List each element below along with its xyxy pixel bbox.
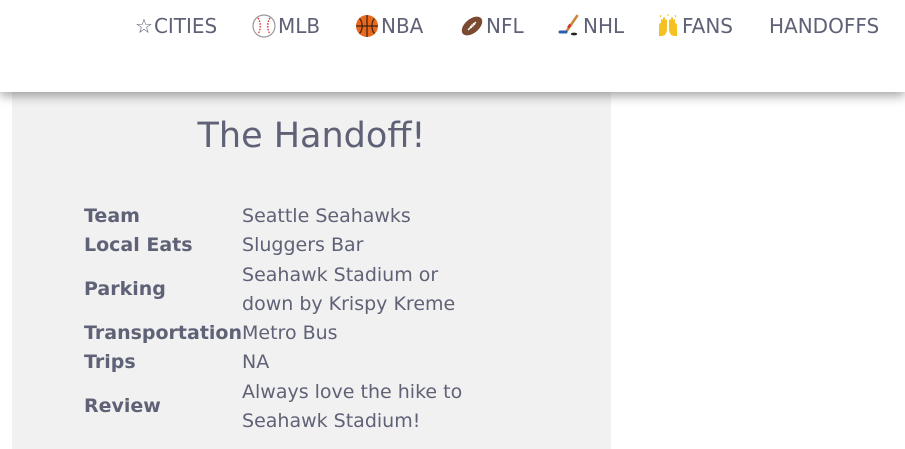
hockey-icon xyxy=(557,14,581,38)
nav-item-cities[interactable]: ☆ CITIES xyxy=(135,12,217,40)
card-title: The Handoff! xyxy=(197,116,426,156)
nav-item-label: FANS xyxy=(682,14,734,38)
table-row: Team Seattle Seahawks xyxy=(84,202,472,231)
nav-item-label: MLB xyxy=(278,14,321,38)
football-icon xyxy=(460,14,484,38)
table-row: Trips NA xyxy=(84,348,472,377)
row-value-review: Always love the hike to Seahawk Stadium! xyxy=(242,380,463,433)
nav-item-mlb[interactable]: MLB xyxy=(252,12,320,40)
row-value-local-eats: Sluggers Bar xyxy=(242,234,364,257)
nav-item-fans[interactable]: FANS xyxy=(656,12,733,40)
nav-item-nba[interactable]: NBA xyxy=(355,12,423,40)
nav-item-label: CITIES xyxy=(153,14,218,38)
row-label-parking: Parking xyxy=(84,278,166,301)
nav-item-handoffs[interactable]: HANDOFFS xyxy=(769,12,879,40)
nav-item-label: NFL xyxy=(486,14,524,38)
nav-item-nfl[interactable]: NFL xyxy=(460,12,524,40)
row-label-team: Team xyxy=(84,205,140,227)
handoff-details-table: Team Seattle Seahawks Local Eats Slugger… xyxy=(84,202,472,436)
table-row: Transportation Metro Bus xyxy=(84,319,472,348)
row-label-transportation: Transportation xyxy=(84,322,243,345)
table-row: Local Eats Sluggers Bar xyxy=(84,231,472,260)
raised-hands-icon xyxy=(656,14,680,38)
nav-item-label: NHL xyxy=(583,14,625,38)
row-value-parking: Seahawk Stadium or down by Krispy Kreme xyxy=(242,263,456,315)
table-row: Review Always love the hike to Seahawk S… xyxy=(84,378,472,437)
row-label-trips: Trips xyxy=(84,351,136,374)
top-navigation: ☆ CITIES MLB NBA NFL NHL FANS HANDOFFS xyxy=(0,0,905,92)
row-label-review: Review xyxy=(84,395,161,418)
row-label-local-eats: Local Eats xyxy=(84,234,193,257)
nav-item-label: NBA xyxy=(381,14,424,38)
row-value-trips: NA xyxy=(242,351,270,374)
nav-item-nhl[interactable]: NHL xyxy=(557,12,624,40)
basketball-icon xyxy=(355,14,379,38)
row-value-transportation: Metro Bus xyxy=(242,322,338,345)
nav-item-label: HANDOFFS xyxy=(769,14,880,38)
baseball-icon xyxy=(252,14,276,38)
table-row: Parking Seahawk Stadium or down by Krisp… xyxy=(84,261,472,320)
star-icon: ☆ xyxy=(135,14,153,38)
row-value-team: Seattle Seahawks xyxy=(242,205,411,227)
